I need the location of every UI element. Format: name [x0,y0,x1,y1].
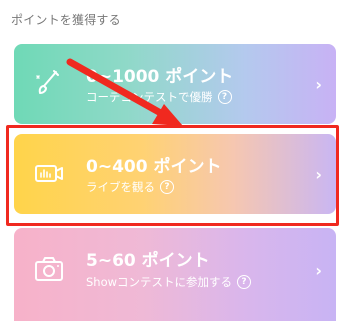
card-subtitle: コーデコンテストで優勝 ? [86,89,232,105]
chevron-right-icon: › [315,261,322,280]
help-icon[interactable]: ? [217,90,232,104]
card-subtitle: Showコンテストに参加する ? [86,274,252,290]
section-title: ポイントを獲得する [11,13,121,27]
paintbrush-icon [32,66,66,100]
camera-icon [32,252,66,286]
card-title: 5~60 ポイント [86,251,210,271]
help-icon[interactable]: ? [237,275,252,289]
chevron-right-icon: › [315,75,322,94]
card-subtitle-text: コーデコンテストで優勝 [86,90,213,104]
card-subtitle-text: Showコンテストに参加する [86,275,233,289]
earn-card-show-contest[interactable]: 5~60 ポイント Showコンテストに参加する ? › [14,228,336,321]
earn-points-page: ポイントを獲得する 0~1000 ポイント コーデコンテストで優勝 ? › 0~… [0,0,350,321]
highlight-box [6,125,339,226]
earn-card-coordinate-contest[interactable]: 0~1000 ポイント コーデコンテストで優勝 ? › [14,44,336,124]
card-title: 0~1000 ポイント [86,67,234,87]
